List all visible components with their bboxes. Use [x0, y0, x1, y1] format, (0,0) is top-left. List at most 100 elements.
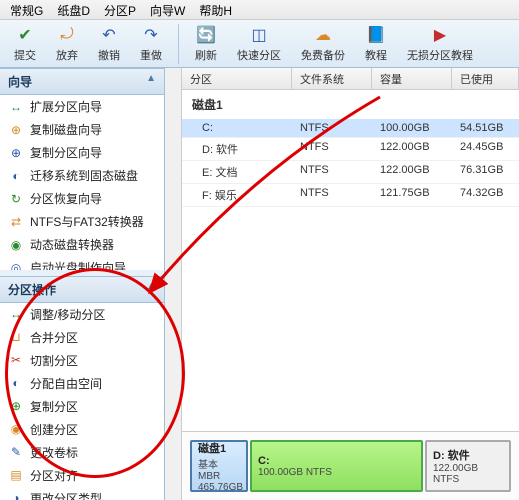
- item-icon: ⊔: [8, 329, 24, 345]
- item-label: 分区对齐: [30, 467, 156, 484]
- item-label: 分区恢复向导: [30, 190, 156, 207]
- ops-panel-body: ↔ 调整/移动分区 ⊔ 合并分区 ✂ 切割分区 ◐ 分配自由空间 ⊕ 复制分区 ◉ 创建分区 ✎ 更改卷标…: [0, 303, 164, 500]
- item-label: NTFS与FAT32转换器: [30, 213, 156, 230]
- redo-icon: ↷: [141, 25, 161, 45]
- menu-help[interactable]: 帮助H: [193, 0, 238, 19]
- ops-item-2[interactable]: ✂ 切割分区: [0, 349, 164, 372]
- item-icon: ↔: [8, 99, 24, 115]
- losslesstut-button[interactable]: ▶无损分区教程: [399, 22, 481, 66]
- disk-map: 磁盘1 基本 MBR 465.76GB C: 100.00GB NTFS D: …: [182, 431, 519, 500]
- item-icon: ⊕: [8, 398, 24, 414]
- wizard-item-6[interactable]: ◉ 动态磁盘转换器: [0, 233, 164, 256]
- tutorial-button[interactable]: 📘教程: [357, 22, 395, 66]
- menu-disk[interactable]: 纸盘D: [51, 0, 96, 19]
- ops-item-4[interactable]: ⊕ 复制分区: [0, 395, 164, 418]
- ops-item-0[interactable]: ↔ 调整/移动分区: [0, 303, 164, 326]
- item-icon: ◐: [8, 375, 24, 391]
- item-icon: ◉: [8, 421, 24, 437]
- undo-icon: ↶: [99, 25, 119, 45]
- ops-panel-title: 分区操作: [8, 281, 56, 298]
- col-used[interactable]: 已使用: [452, 68, 519, 89]
- diskmap-total[interactable]: 磁盘1 基本 MBR 465.76GB: [190, 440, 248, 492]
- item-label: 复制分区: [30, 398, 156, 415]
- sidebar-scrollbar[interactable]: [165, 68, 182, 500]
- wizard-item-2[interactable]: ⊕复制分区向导: [0, 141, 164, 164]
- partition-row-2[interactable]: E: 文档NTFS122.00GB76.31GB: [182, 161, 519, 184]
- ops-panel-header[interactable]: 分区操作 ▲: [0, 276, 164, 303]
- diskmap-d[interactable]: D: 软件 122.00GB NTFS: [425, 440, 511, 492]
- ops-item-1[interactable]: ⊔ 合并分区: [0, 326, 164, 349]
- wizard-panel-body: ↔ 扩展分区向导 ⊕ 复制磁盘向导 ⊕复制分区向导 ◐ 迁移系统到固态磁盘 ↻ 分区恢复向导 ⇄ N…: [0, 95, 164, 270]
- discard-button[interactable]: ⤾放弃: [48, 22, 86, 66]
- book-icon: 📘: [366, 25, 386, 45]
- item-icon: ◑: [8, 490, 24, 500]
- item-label: 调整/移动分区: [30, 306, 156, 323]
- ops-item-5[interactable]: ◉ 创建分区: [0, 418, 164, 441]
- wizard-item-0[interactable]: ↔ 扩展分区向导: [0, 95, 164, 118]
- main-panel: 分区 文件系统 容量 已使用 磁盘1 C:NTFS100.00GB54.51GB…: [182, 68, 519, 500]
- item-icon: ⊕: [8, 122, 24, 138]
- fastpart-button[interactable]: ◫快速分区: [229, 22, 289, 66]
- undo-button[interactable]: ↶撤销: [90, 22, 128, 66]
- item-icon: ⇄: [8, 214, 24, 230]
- item-icon: ✂: [8, 352, 24, 368]
- menu-partition[interactable]: 分区P: [98, 0, 142, 19]
- wizard-item-4[interactable]: ↻ 分区恢复向导: [0, 187, 164, 210]
- item-icon: ✎: [8, 444, 24, 460]
- partition-row-0[interactable]: C:NTFS100.00GB54.51GB: [182, 119, 519, 138]
- discard-icon: ⤾: [57, 25, 77, 45]
- item-label: 动态磁盘转换器: [30, 236, 156, 253]
- ops-item-7[interactable]: ▤ 分区对齐: [0, 464, 164, 487]
- item-label: 分配自由空间: [30, 375, 156, 392]
- wizard-item-3[interactable]: ◐ 迁移系统到固态磁盘: [0, 164, 164, 187]
- item-label: 切割分区: [30, 352, 156, 369]
- menu-wizard[interactable]: 向导W: [144, 0, 191, 19]
- item-label: 迁移系统到固态磁盘: [30, 167, 156, 184]
- wizard-panel-header[interactable]: 向导 ▲: [0, 68, 164, 95]
- toolbar: ✔提交 ⤾放弃 ↶撤销 ↷重做 🔄刷新 ◫快速分区 ☁免费备份 📘教程 ▶无损分…: [0, 20, 519, 68]
- item-label: 更改分区类型: [30, 490, 156, 500]
- chevron-up-icon: ▲: [146, 73, 156, 90]
- item-icon: ◎: [8, 260, 24, 270]
- item-label: 创建分区: [30, 421, 156, 438]
- partition-table: C:NTFS100.00GB54.51GBD: 软件NTFS122.00GB24…: [182, 119, 519, 207]
- menu-general[interactable]: 常规G: [4, 0, 49, 19]
- col-fs[interactable]: 文件系统: [292, 68, 372, 89]
- item-icon: ↻: [8, 191, 24, 207]
- wizard-item-5[interactable]: ⇄ NTFS与FAT32转换器: [0, 210, 164, 233]
- col-partition[interactable]: 分区: [182, 68, 292, 89]
- partition-row-3[interactable]: F: 娱乐NTFS121.75GB74.32GB: [182, 184, 519, 207]
- backup-button[interactable]: ☁免费备份: [293, 22, 353, 66]
- refresh-button[interactable]: 🔄刷新: [187, 22, 225, 66]
- wizard-item-7[interactable]: ◎ 启动光盘制作向导: [0, 256, 164, 270]
- chevron-up-icon: ▲: [146, 281, 156, 298]
- sidebar: 向导 ▲ ↔扩展分区向导⊕复制磁盘向导⊕复制分区向导◐迁移系统到固态磁盘↻分区恢…: [0, 68, 165, 500]
- ops-item-8[interactable]: ◑ 更改分区类型: [0, 487, 164, 500]
- item-icon: ◐: [8, 168, 24, 184]
- item-icon: ↔: [8, 306, 24, 322]
- col-capacity[interactable]: 容量: [372, 68, 452, 89]
- item-icon: ◉: [8, 237, 24, 253]
- partition-icon: ◫: [249, 25, 269, 45]
- item-label: 复制磁盘向导: [30, 121, 156, 138]
- wizard-panel-title: 向导: [8, 73, 32, 90]
- item-label: 复制分区向导: [30, 144, 156, 161]
- item-label: 扩展分区向导: [30, 98, 156, 115]
- wizard-item-1[interactable]: ⊕ 复制磁盘向导: [0, 118, 164, 141]
- menubar: 常规G 纸盘D 分区P 向导W 帮助H: [0, 0, 519, 20]
- backup-icon: ☁: [313, 25, 333, 45]
- item-icon: ▤: [8, 467, 24, 483]
- redo-button[interactable]: ↷重做: [132, 22, 170, 66]
- commit-button[interactable]: ✔提交: [6, 22, 44, 66]
- item-label: 启动光盘制作向导: [30, 259, 156, 270]
- disk-header[interactable]: 磁盘1: [182, 90, 519, 119]
- separator: [178, 24, 179, 64]
- refresh-icon: 🔄: [196, 25, 216, 45]
- item-label: 更改卷标: [30, 444, 156, 461]
- ops-item-6[interactable]: ✎ 更改卷标: [0, 441, 164, 464]
- ops-item-3[interactable]: ◐ 分配自由空间: [0, 372, 164, 395]
- partition-row-1[interactable]: D: 软件NTFS122.00GB24.45GB: [182, 138, 519, 161]
- table-header: 分区 文件系统 容量 已使用: [182, 68, 519, 90]
- diskmap-c[interactable]: C: 100.00GB NTFS: [250, 440, 423, 492]
- item-label: 合并分区: [30, 329, 156, 346]
